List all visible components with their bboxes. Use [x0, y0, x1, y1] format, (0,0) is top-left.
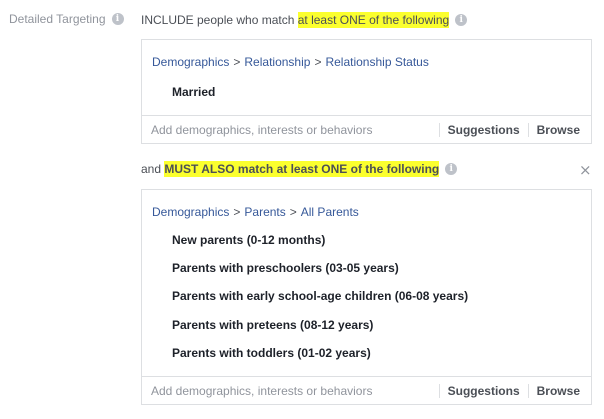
- include-highlight: at least ONE of the following: [297, 12, 450, 28]
- info-icon[interactable]: i: [455, 14, 468, 26]
- targeting-item-married[interactable]: Married: [172, 85, 215, 99]
- browse-button[interactable]: Browse: [529, 384, 591, 398]
- breadcrumb-separator: >: [289, 205, 297, 219]
- suggestions-button[interactable]: Suggestions: [440, 384, 528, 398]
- must-highlight: MUST ALSO match at least ONE of the foll…: [164, 161, 440, 177]
- browse-button[interactable]: Browse: [529, 123, 591, 137]
- breadcrumb-separator: >: [233, 205, 241, 219]
- detailed-targeting-label: Detailed Targeting i: [9, 12, 124, 26]
- must-search-input[interactable]: [142, 378, 439, 403]
- targeting-item-preschoolers[interactable]: Parents with preschoolers (03-05 years): [172, 261, 399, 275]
- info-icon[interactable]: i: [111, 13, 124, 25]
- suggestions-button[interactable]: Suggestions: [440, 123, 528, 137]
- include-heading: INCLUDE people who match at least ONE of…: [141, 12, 468, 28]
- breadcrumb-demographics[interactable]: Demographics: [152, 205, 229, 219]
- targeting-item-early-school-age[interactable]: Parents with early school-age children (…: [172, 289, 468, 303]
- info-icon[interactable]: i: [445, 163, 458, 175]
- targeting-item-new-parents[interactable]: New parents (0-12 months): [172, 233, 325, 247]
- breadcrumb-all-parents[interactable]: All Parents: [301, 205, 359, 219]
- must-targeting-box: Demographics > Parents > All Parents New par…: [141, 189, 592, 405]
- breadcrumb-parents[interactable]: Parents: [244, 205, 285, 219]
- include-search-input[interactable]: [142, 117, 439, 142]
- breadcrumb-separator: >: [233, 55, 241, 69]
- must-search-footer: Suggestions Browse: [142, 376, 591, 404]
- targeting-item-preteens[interactable]: Parents with preteens (08-12 years): [172, 318, 373, 332]
- breadcrumb-demographics[interactable]: Demographics: [152, 55, 229, 69]
- include-targeting-box: Demographics > Relationship > Relationship S…: [141, 39, 592, 144]
- breadcrumb: Demographics > Parents > All Parents: [152, 205, 359, 219]
- breadcrumb-relationship-status[interactable]: Relationship Status: [325, 55, 428, 69]
- breadcrumb-separator: >: [314, 55, 322, 69]
- targeting-item-toddlers[interactable]: Parents with toddlers (01-02 years): [172, 346, 371, 360]
- close-icon[interactable]: ×: [579, 163, 592, 178]
- breadcrumb-relationship[interactable]: Relationship: [244, 55, 310, 69]
- include-search-footer: Suggestions Browse: [142, 115, 591, 143]
- section-label-text: Detailed Targeting: [9, 12, 106, 26]
- must-also-heading: and MUST ALSO match at least ONE of the …: [141, 161, 458, 177]
- breadcrumb: Demographics > Relationship > Relationship S…: [152, 55, 429, 69]
- include-prefix: INCLUDE people who match: [141, 13, 298, 27]
- must-prefix: and: [141, 162, 165, 176]
